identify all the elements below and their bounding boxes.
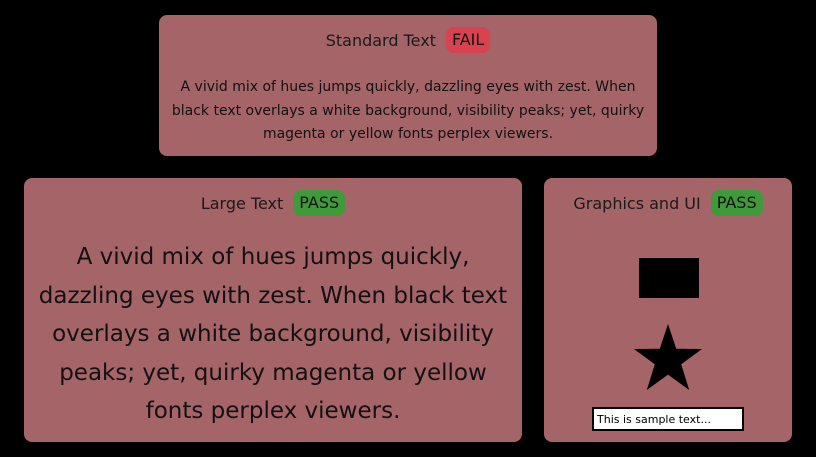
standard-text-title: Standard Text bbox=[325, 30, 436, 50]
star-icon bbox=[634, 324, 702, 390]
large-text-status-badge: PASS bbox=[293, 190, 346, 216]
sample-rectangle-shape bbox=[639, 258, 699, 298]
standard-text-sample: A vivid mix of hues jumps quickly, dazzl… bbox=[171, 79, 645, 142]
graphics-ui-card: Graphics and UI PASS bbox=[544, 178, 792, 442]
large-text-title: Large Text bbox=[200, 193, 284, 213]
sample-text-input[interactable] bbox=[592, 407, 744, 431]
graphics-ui-status-badge: PASS bbox=[710, 190, 763, 216]
graphics-ui-title: Graphics and UI bbox=[573, 193, 701, 213]
standard-text-status-badge: FAIL bbox=[445, 27, 491, 53]
large-text-header: Large Text PASS bbox=[24, 188, 522, 218]
large-text-card: Large Text PASS A vivid mix of hues jump… bbox=[24, 178, 522, 442]
large-text-sample: A vivid mix of hues jumps quickly, dazzl… bbox=[38, 244, 508, 424]
graphics-ui-header: Graphics and UI PASS bbox=[544, 188, 792, 218]
standard-text-card: Standard Text FAIL A vivid mix of hues j… bbox=[159, 15, 657, 156]
standard-text-header: Standard Text FAIL bbox=[159, 25, 657, 55]
